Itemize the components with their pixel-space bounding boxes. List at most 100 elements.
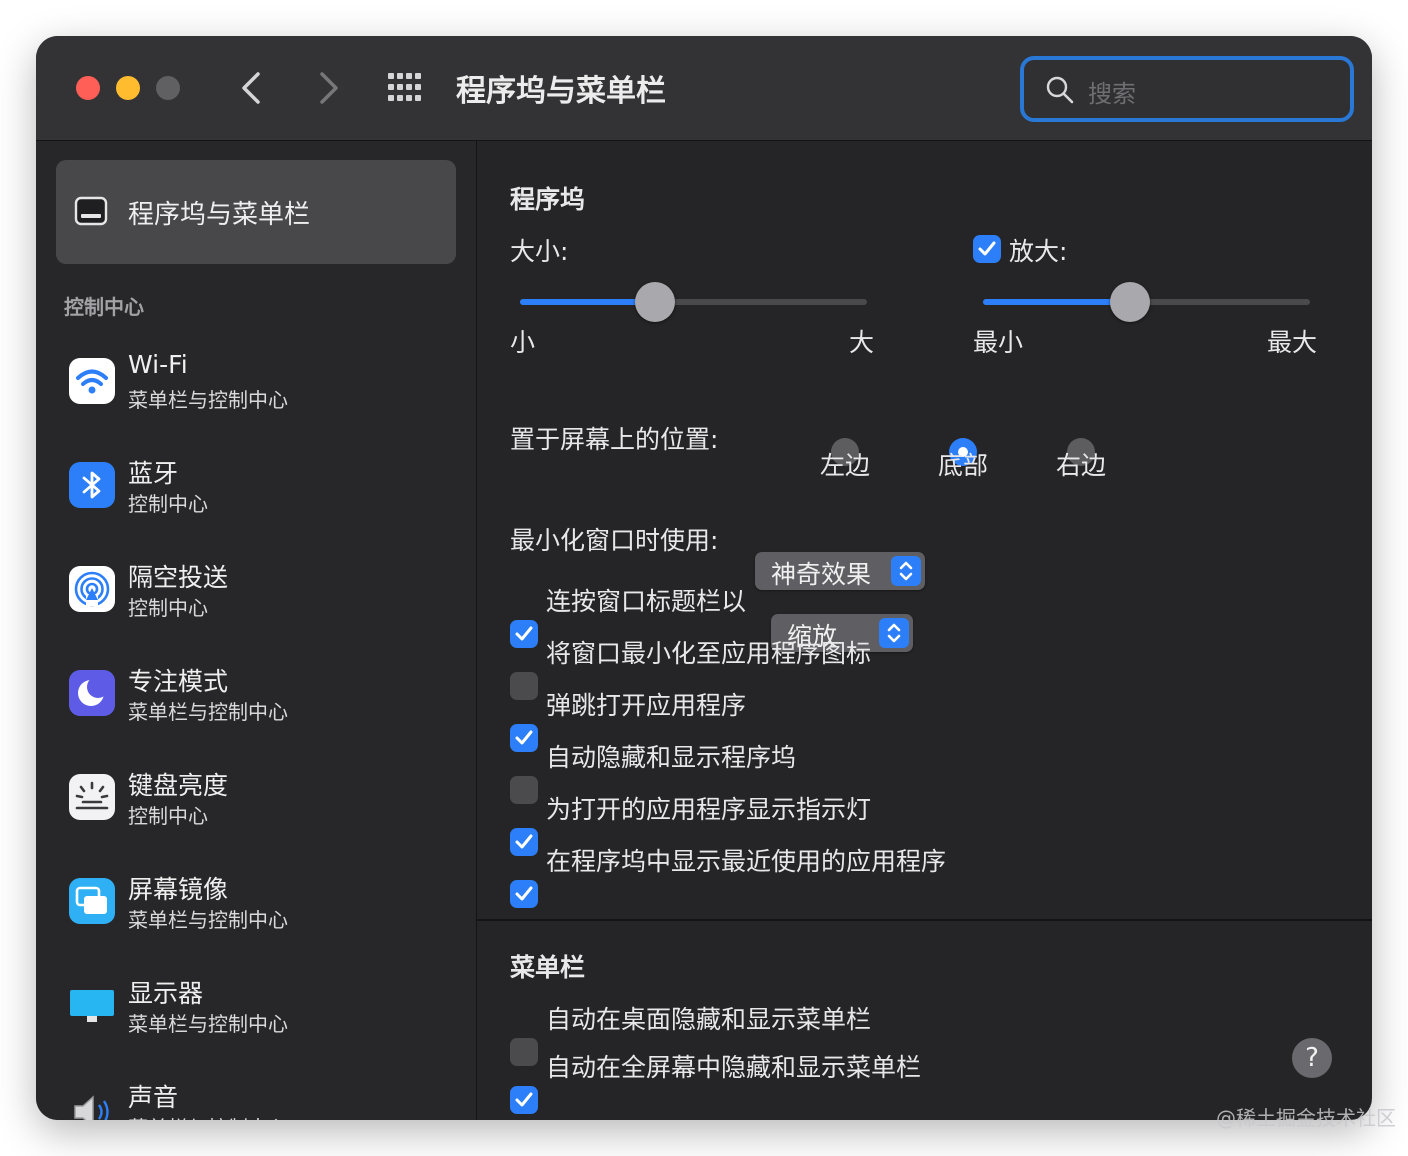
checkmark-icon xyxy=(515,1092,533,1107)
sidebar-item-screen-mirroring[interactable]: 屏幕镜像 菜单栏与控制中心 xyxy=(56,866,456,956)
autohide-dock-checkbox[interactable] xyxy=(510,776,538,804)
sidebar-item-wifi[interactable]: Wi-Fi 菜单栏与控制中心 xyxy=(56,346,456,436)
show-all-button[interactable] xyxy=(386,70,428,106)
minimize-effect-value: 神奇效果 xyxy=(771,560,872,589)
magnification-slider-knob[interactable] xyxy=(1110,282,1151,322)
autohide-menubar-fullscreen-label: 自动在全屏幕中隐藏和显示菜单栏 xyxy=(546,1053,922,1082)
magnification-slider[interactable] xyxy=(983,282,1310,322)
screen-mirroring-icon xyxy=(69,878,115,924)
sidebar-item-subtitle: 控制中心 xyxy=(128,596,208,620)
dock-icon xyxy=(74,194,108,232)
checkmark-icon xyxy=(515,886,533,901)
up-down-chevron-icon xyxy=(891,556,921,586)
sidebar-item-keyboard-brightness[interactable]: 键盘亮度 控制中心 xyxy=(56,762,456,852)
title-bar: 程序坞与菜单栏 搜索 xyxy=(36,36,1372,141)
show-indicators-checkbox[interactable] xyxy=(510,828,538,856)
bounce-open-label: 弹跳打开应用程序 xyxy=(546,691,747,720)
search-icon xyxy=(1046,76,1074,104)
double-click-label: 连按窗口标题栏以 xyxy=(546,587,747,616)
size-slider-knob[interactable] xyxy=(635,282,676,322)
sidebar-item-airdrop[interactable]: 隔空投送 控制中心 xyxy=(56,554,456,644)
minimize-window-button[interactable] xyxy=(116,76,140,100)
sidebar-item-subtitle: 菜单栏与控制中心 xyxy=(128,908,288,932)
section-divider xyxy=(477,919,1372,921)
bluetooth-icon xyxy=(69,462,115,508)
size-max-label: 大 xyxy=(849,328,875,357)
show-recent-apps-label: 在程序坞中显示最近使用的应用程序 xyxy=(546,847,947,876)
sidebar-item-sound[interactable]: 声音 菜单栏与控制中心 xyxy=(56,1074,456,1120)
menubar-section-header: 菜单栏 xyxy=(510,953,586,982)
minimize-to-app-checkbox[interactable] xyxy=(510,672,538,700)
sidebar-item-subtitle: 菜单栏与控制中心 xyxy=(128,1012,288,1036)
double-click-checkbox[interactable] xyxy=(510,620,538,648)
autohide-dock-label: 自动隐藏和显示程序坞 xyxy=(546,743,797,772)
settings-pane: 程序坞 大小: 小 大 放大: 最小 最大 置于屏幕上的位置: 左边 底部 右边… xyxy=(477,141,1372,1120)
focus-moon-icon xyxy=(69,670,115,716)
checkmark-icon xyxy=(515,834,533,849)
position-label: 置于屏幕上的位置: xyxy=(510,425,719,454)
autohide-menubar-desktop-checkbox[interactable] xyxy=(510,1038,538,1066)
close-window-button[interactable] xyxy=(76,76,100,100)
checkmark-icon xyxy=(978,241,996,256)
back-button[interactable] xyxy=(228,64,278,112)
sidebar-item-title: 屏幕镜像 xyxy=(128,875,229,904)
zoom-window-button[interactable] xyxy=(156,76,180,100)
position-bottom-label: 底部 xyxy=(937,451,988,480)
sidebar-item-title: 声音 xyxy=(128,1083,179,1112)
sidebar-item-display[interactable]: 显示器 菜单栏与控制中心 xyxy=(56,970,456,1060)
size-min-label: 小 xyxy=(510,328,536,357)
magnification-slider-fill xyxy=(983,299,1131,305)
show-recent-apps-checkbox[interactable] xyxy=(510,880,538,908)
minimize-to-app-label: 将窗口最小化至应用程序图标 xyxy=(546,639,872,668)
position-left-label: 左边 xyxy=(819,451,870,480)
sidebar-item-focus[interactable]: 专注模式 菜单栏与控制中心 xyxy=(56,658,456,748)
magnification-checkbox[interactable] xyxy=(973,235,1001,263)
sound-icon xyxy=(69,1086,115,1120)
sidebar-item-label: 程序坞与菜单栏 xyxy=(128,200,311,230)
magnification-max-label: 最大 xyxy=(1267,328,1318,357)
sidebar-item-title: 键盘亮度 xyxy=(128,771,229,800)
sidebar-item-subtitle: 菜单栏与控制中心 xyxy=(128,700,288,724)
grid-icon xyxy=(388,73,421,101)
sidebar-section-title: 控制中心 xyxy=(64,295,144,319)
autohide-menubar-desktop-label: 自动在桌面隐藏和显示菜单栏 xyxy=(546,1005,872,1034)
sidebar-item-title: 专注模式 xyxy=(128,667,229,696)
checkmark-icon xyxy=(515,730,533,745)
sidebar-item-subtitle: 菜单栏与控制中心 xyxy=(128,1112,288,1120)
system-preferences-window: 程序坞与菜单栏 搜索 程序坞与菜单栏 控制中心 Wi-Fi 菜单栏与控制中心 蓝… xyxy=(36,36,1372,1120)
sidebar-item-title: 蓝牙 xyxy=(128,459,179,488)
magnification-min-label: 最小 xyxy=(973,328,1024,357)
sidebar-item-title: 隔空投送 xyxy=(128,563,229,592)
sidebar-item-title: 显示器 xyxy=(128,979,204,1008)
airdrop-icon xyxy=(69,566,115,612)
search-placeholder: 搜索 xyxy=(1088,80,1136,108)
help-button[interactable]: ? xyxy=(1292,1038,1332,1078)
magnification-label: 放大: xyxy=(1009,237,1068,266)
minimize-effect-label: 最小化窗口时使用: xyxy=(510,526,719,555)
show-indicators-label: 为打开的应用程序显示指示灯 xyxy=(546,795,872,824)
chevron-right-icon xyxy=(320,72,338,104)
keyboard-brightness-icon xyxy=(69,774,115,820)
forward-button[interactable] xyxy=(302,64,352,112)
sidebar-item-subtitle: 菜单栏与控制中心 xyxy=(128,388,288,412)
autohide-menubar-fullscreen-checkbox[interactable] xyxy=(510,1086,538,1114)
search-field[interactable]: 搜索 xyxy=(1020,56,1354,122)
checkmark-icon xyxy=(515,626,533,641)
up-down-chevron-icon xyxy=(879,618,909,648)
display-icon xyxy=(69,982,115,1028)
bounce-open-checkbox[interactable] xyxy=(510,724,538,752)
window-title: 程序坞与菜单栏 xyxy=(456,74,666,109)
dock-section-header: 程序坞 xyxy=(510,185,586,214)
position-right-label: 右边 xyxy=(1055,451,1106,480)
sidebar-item-title: Wi-Fi xyxy=(128,350,188,379)
sidebar: 程序坞与菜单栏 控制中心 Wi-Fi 菜单栏与控制中心 蓝牙 控制中心 隔空投送… xyxy=(36,141,477,1120)
size-slider[interactable] xyxy=(520,282,867,322)
chevron-left-icon xyxy=(242,72,260,104)
sidebar-item-dock-menubar[interactable]: 程序坞与菜单栏 xyxy=(56,160,456,264)
sidebar-item-bluetooth[interactable]: 蓝牙 控制中心 xyxy=(56,450,456,540)
sidebar-item-subtitle: 控制中心 xyxy=(128,804,208,828)
sidebar-item-subtitle: 控制中心 xyxy=(128,492,208,516)
size-label: 大小: xyxy=(510,237,569,266)
minimize-effect-popup[interactable]: 神奇效果 xyxy=(755,552,925,590)
watermark: @稀土掘金技术社区 xyxy=(1216,1106,1396,1130)
